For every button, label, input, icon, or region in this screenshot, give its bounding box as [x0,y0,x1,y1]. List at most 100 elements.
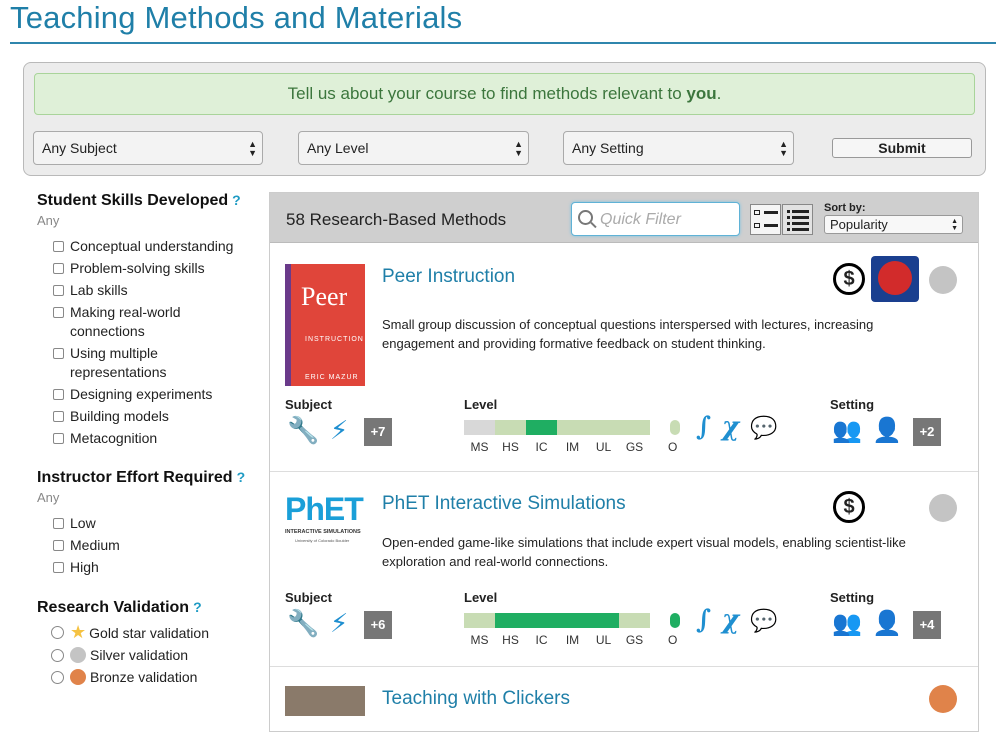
lightning-icon: ⚡ [330,416,349,446]
skill-option[interactable]: Building models [37,407,262,426]
validation-option-gold[interactable]: ★ Gold star validation [37,623,262,643]
submit-button[interactable]: Submit [832,138,972,158]
level-tick: HS [502,440,519,454]
select-arrows-icon: ▲ ▼ [779,139,788,158]
validation-filter: Research Validation? ★ Gold star validati… [37,599,262,687]
skill-option[interactable]: Lab skills [37,281,262,300]
method-thumbnail[interactable] [285,686,365,716]
skill-option[interactable]: Designing experiments [37,385,262,404]
level-tick: GS [625,440,644,454]
effort-heading: Instructor Effort Required? [37,469,246,486]
skill-option[interactable]: Making real-world connections [37,303,217,341]
checkbox[interactable] [53,307,64,318]
more-subjects-badge[interactable]: +6 [364,611,392,639]
checkbox[interactable] [53,518,64,529]
radio[interactable] [51,649,64,662]
grid-view-button[interactable] [750,204,781,235]
method-thumbnail[interactable]: PhET INTERACTIVE SIMULATIONS University … [285,489,365,549]
other-level-label: O [668,440,678,454]
course-panel: Tell us about your course to find method… [23,62,986,176]
sort-select[interactable]: Popularity ▲ ▼ [824,215,963,234]
level-tick: GS [625,633,644,647]
view-bullet [787,222,790,225]
help-icon[interactable]: ? [237,469,246,485]
results-header: 58 Research-Based Methods Quick Filter S… [270,193,978,243]
validation-option-silver[interactable]: Silver validation [37,646,262,665]
method-card[interactable]: Teaching with Clickers [270,668,978,728]
view-line [792,216,809,219]
more-settings-badge[interactable]: +2 [913,418,941,446]
level-tick: IM [565,440,580,454]
effort-option[interactable]: Medium [37,536,262,555]
method-card[interactable]: PhET INTERACTIVE SIMULATIONS University … [270,473,978,667]
method-title[interactable]: Peer Instruction [382,266,515,288]
list-view-button[interactable] [782,204,813,235]
more-settings-badge[interactable]: +4 [913,611,941,639]
checkbox[interactable] [53,241,64,252]
skill-option[interactable]: Metacognition [37,429,262,448]
radio[interactable] [51,626,64,639]
results-panel: 58 Research-Based Methods Quick Filter S… [269,192,979,732]
bronze-circle-icon [70,669,86,685]
validation-badge [929,685,957,713]
checkbox[interactable] [53,348,64,359]
no-cost-icon: $ [833,263,865,295]
help-icon[interactable]: ? [232,192,241,208]
level-label: Level [464,590,498,605]
results-count: 58 Research-Based Methods [286,210,507,229]
method-title[interactable]: PhET Interactive Simulations [382,493,626,515]
title-divider [10,42,996,44]
wrench-icon: 🔧 [287,609,320,639]
level-tick: MS [470,440,489,454]
help-icon[interactable]: ? [193,599,202,615]
skills-heading: Student Skills Developed? [37,192,241,209]
checkbox[interactable] [53,263,64,274]
view-bullet [787,216,790,219]
subject-select[interactable]: Any Subject ▲ ▼ [33,131,263,165]
validation-option-bronze[interactable]: Bronze validation [37,668,262,687]
phet-logo-sub: INTERACTIVE SIMULATIONS [285,529,361,535]
filter-sidebar: Student Skills Developed? Any Conceptual… [37,192,262,687]
skill-option[interactable]: Problem-solving skills [37,259,262,278]
level-select[interactable]: Any Level ▲ ▼ [298,131,529,165]
level-bar [464,613,650,628]
method-thumbnail[interactable]: Peer INSTRUCTION ERIC MAZUR [285,264,365,386]
checkbox[interactable] [53,389,64,400]
level-tick: IM [565,633,580,647]
setting-label: Setting [830,590,875,605]
select-arrows-icon: ▲ ▼ [248,139,257,158]
other-level-pill [670,420,680,435]
level-empty-segment [464,420,495,435]
checkbox[interactable] [53,433,64,444]
effort-option[interactable]: High [37,558,262,577]
skill-option[interactable]: Conceptual understanding [37,237,262,256]
view-line [792,210,809,213]
skill-option[interactable]: Using multiple representations [37,344,217,382]
view-line [764,211,778,214]
checkbox[interactable] [53,562,64,573]
validation-heading: Research Validation? [37,599,202,616]
setting-select-value: Any Setting [572,140,644,156]
view-square [754,223,760,228]
course-prompt-emphasis: you [686,84,717,103]
select-arrows-icon: ▲ ▼ [951,218,958,232]
quick-filter-input[interactable]: Quick Filter [571,202,740,236]
speech-bubble-icon: 💬 [750,609,778,634]
checkbox[interactable] [53,411,64,422]
level-tick: UL [595,440,612,454]
book-author: ERIC MAZUR [305,374,359,381]
wrench-icon: 🔧 [287,416,320,446]
setting-select[interactable]: Any Setting ▲ ▼ [563,131,794,165]
checkbox[interactable] [53,285,64,296]
book-title: Peer [301,282,348,311]
view-line [792,228,809,231]
effort-option[interactable]: Low [37,514,262,533]
physics-society-icon [871,256,919,302]
validation-badge [929,494,957,522]
checkbox[interactable] [53,540,64,551]
level-tick: UL [595,633,612,647]
radio[interactable] [51,671,64,684]
speech-bubble-icon: 💬 [750,416,778,441]
more-subjects-badge[interactable]: +7 [364,418,392,446]
method-card[interactable]: Peer INSTRUCTION ERIC MAZUR Peer Instruc… [270,244,978,472]
